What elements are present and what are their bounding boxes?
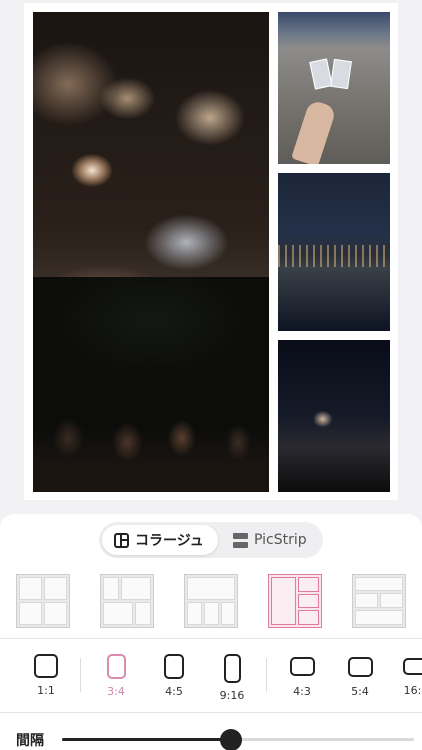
ratio-label: 4:3 — [293, 685, 311, 698]
photo-fireworks-main[interactable] — [33, 12, 269, 492]
photo-city-night[interactable] — [278, 173, 390, 331]
layout-picker — [0, 574, 422, 630]
ratio-wide-icon — [402, 658, 422, 675]
ratio-separator — [266, 658, 267, 692]
ratio-1-1[interactable]: 1:1 — [28, 654, 64, 697]
ratio-portrait-icon — [164, 654, 184, 679]
spacing-control: 間隔 — [0, 712, 422, 750]
photo-fireworks-small[interactable] — [278, 340, 390, 492]
aspect-ratio-picker: 1:1 3:4 4:5 9:16 4:3 5:4 16: — [0, 654, 422, 702]
hand — [291, 99, 337, 164]
layout-top-wide[interactable] — [184, 574, 238, 628]
ratio-square-icon — [34, 654, 58, 678]
ticket-2 — [330, 58, 352, 90]
tab-collage-label: コラージュ — [135, 533, 204, 549]
edit-panel: コラージュ PicStrip 1:1 3:4 4:5 9:16 4:3 5:4 … — [0, 514, 422, 750]
ratio-16-9[interactable]: 16:9 — [398, 654, 422, 697]
ratio-5-4[interactable]: 5:4 — [342, 654, 378, 698]
layout-brick[interactable] — [352, 574, 406, 628]
tab-picstrip[interactable]: PicStrip — [229, 525, 321, 555]
ratio-4-3[interactable]: 4:3 — [284, 654, 320, 698]
ratio-label: 4:5 — [165, 685, 183, 698]
ratio-separator — [80, 658, 81, 692]
spacing-slider[interactable] — [62, 729, 414, 750]
collage-icon — [114, 532, 129, 548]
ratio-label: 5:4 — [351, 685, 369, 698]
ratio-landscape-icon — [289, 657, 315, 676]
ratio-label: 3:4 — [107, 685, 125, 698]
layout-2x2[interactable] — [16, 574, 70, 628]
city-lights — [278, 245, 390, 267]
photo-crowd — [33, 402, 269, 492]
collage-editor: コラージュ PicStrip 1:1 3:4 4:5 9:16 4:3 5:4 … — [0, 0, 422, 750]
ratio-landscape-icon — [347, 657, 373, 677]
panel-divider — [0, 638, 422, 639]
spacing-label: 間隔 — [16, 733, 44, 749]
spacing-slider-thumb[interactable] — [219, 729, 242, 750]
mode-segmented-control: コラージュ PicStrip — [99, 522, 323, 558]
ratio-4-5[interactable]: 4:5 — [156, 654, 192, 698]
ratio-label: 1:1 — [37, 684, 55, 697]
picstrip-icon — [233, 532, 248, 548]
ratio-portrait-icon — [106, 654, 126, 679]
tab-collage[interactable]: コラージュ — [102, 525, 218, 555]
ratio-label: 16:9 — [403, 684, 422, 697]
ratio-label: 9:16 — [219, 689, 245, 702]
spacing-slider-fill — [62, 738, 231, 741]
ticket-1 — [309, 58, 333, 90]
layout-left-tall-3-right[interactable] — [268, 574, 322, 628]
ratio-tall-icon — [223, 654, 241, 683]
collage-preview[interactable] — [24, 3, 398, 500]
ratio-3-4[interactable]: 3:4 — [98, 654, 134, 698]
tab-picstrip-label: PicStrip — [254, 532, 307, 548]
layout-mixed-grid[interactable] — [100, 574, 154, 628]
ratio-9-16[interactable]: 9:16 — [214, 654, 250, 702]
photo-tickets[interactable] — [278, 12, 390, 164]
